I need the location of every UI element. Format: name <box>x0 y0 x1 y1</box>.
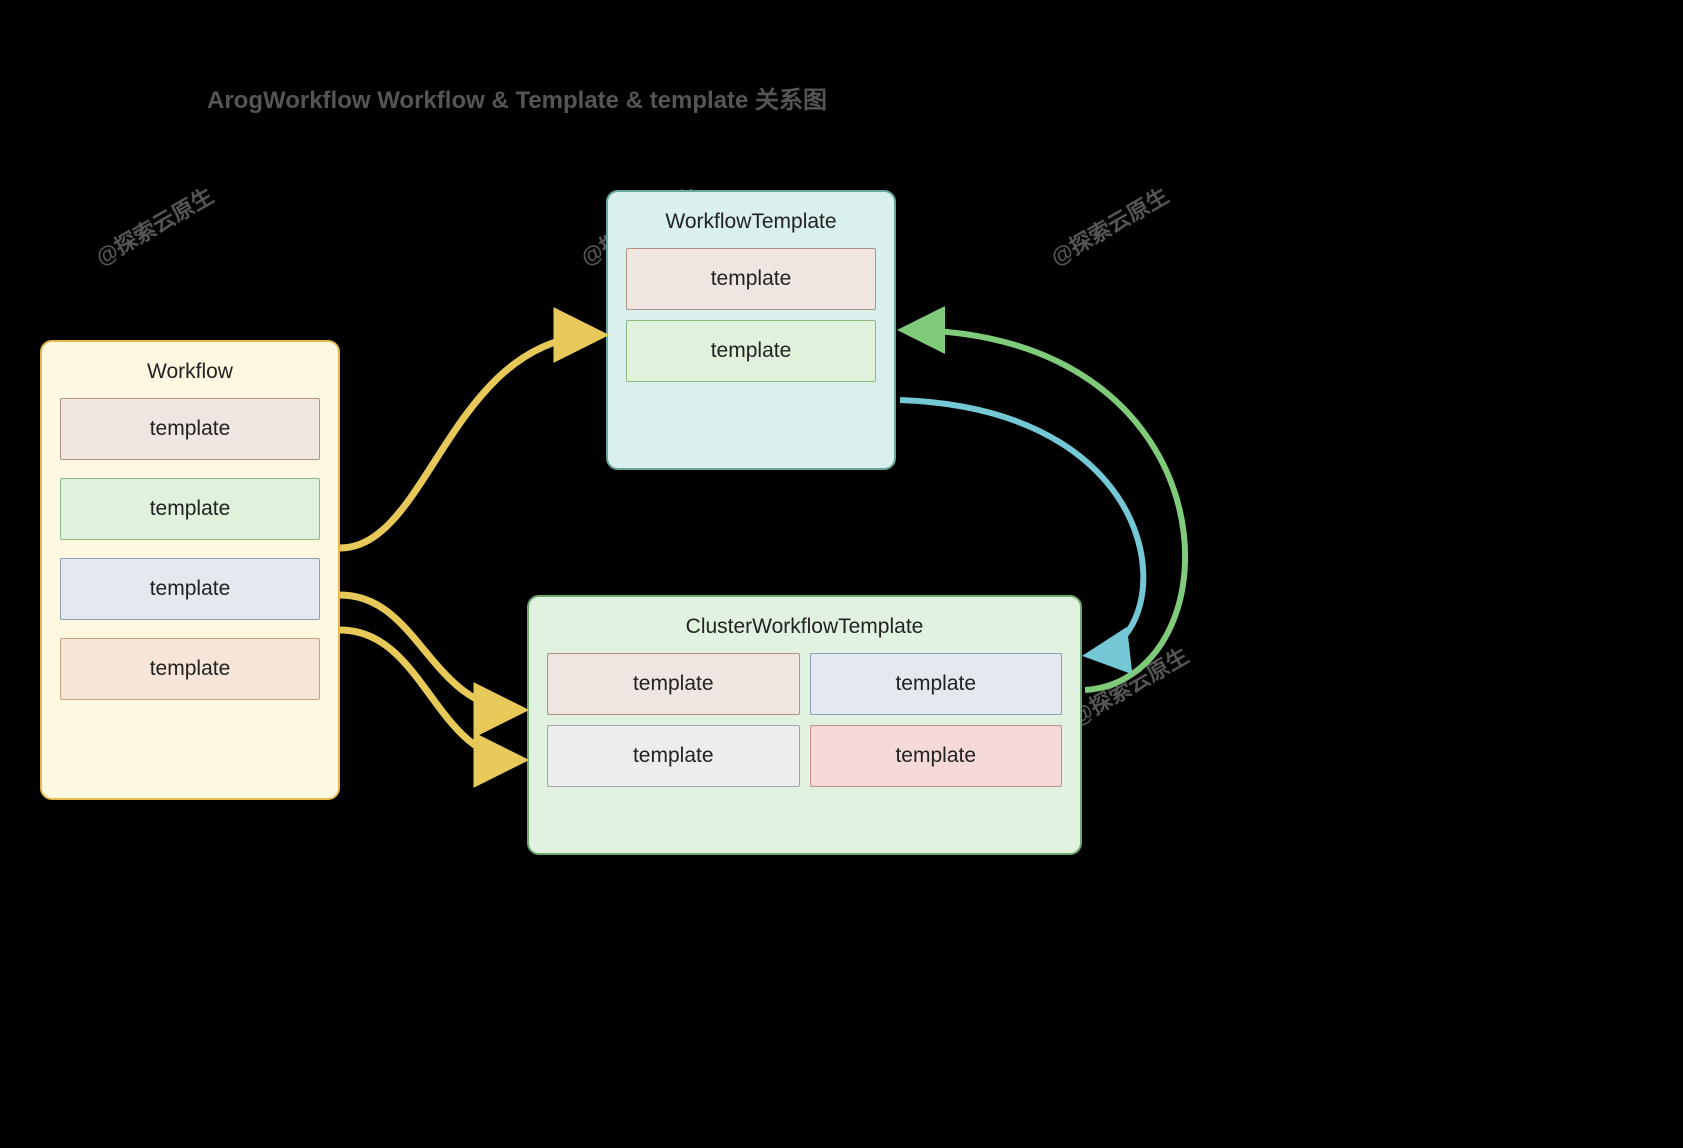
cwft-template-slot: template <box>547 653 800 715</box>
wft-template-slot: template <box>626 248 876 310</box>
diagram-canvas: ArogWorkflow Workflow & Template & templ… <box>30 70 1430 950</box>
diagram-page: ArogWorkflow Workflow & Template & templ… <box>0 0 1683 1148</box>
workflow-template-slot: template <box>60 558 320 620</box>
watermark: @探索云原生 <box>1044 179 1174 272</box>
wft-template-slot: template <box>626 320 876 382</box>
cluster-workflow-template-label: ClusterWorkflowTemplate <box>529 615 1080 639</box>
workflow-template-slot: template <box>60 638 320 700</box>
cluster-workflow-template-box: ClusterWorkflowTemplate template templat… <box>527 595 1082 855</box>
workflow-template-slot: template <box>60 398 320 460</box>
watermark: @探索云原生 <box>1064 639 1194 732</box>
workflow-label: Workflow <box>42 360 338 384</box>
workflow-template-templates: template template <box>608 248 894 400</box>
cwft-templates: template template template template <box>529 653 1080 805</box>
workflow-template-label: WorkflowTemplate <box>608 210 894 234</box>
diagram-title: ArogWorkflow Workflow & Template & templ… <box>207 80 827 115</box>
cwft-template-slot: template <box>810 725 1063 787</box>
workflow-template-slot: template <box>60 478 320 540</box>
watermark: @探索云原生 <box>89 179 219 272</box>
cwft-template-slot: template <box>547 725 800 787</box>
workflow-box: Workflow template template template temp… <box>40 340 340 800</box>
cwft-template-slot: template <box>810 653 1063 715</box>
workflow-template-box: WorkflowTemplate template template <box>606 190 896 470</box>
arrow-workflow-to-cwft-2 <box>340 630 520 760</box>
arrow-workflow-to-wft <box>340 335 600 548</box>
workflow-templates: template template template template <box>42 398 338 718</box>
arrow-workflow-to-cwft-1 <box>340 595 520 710</box>
